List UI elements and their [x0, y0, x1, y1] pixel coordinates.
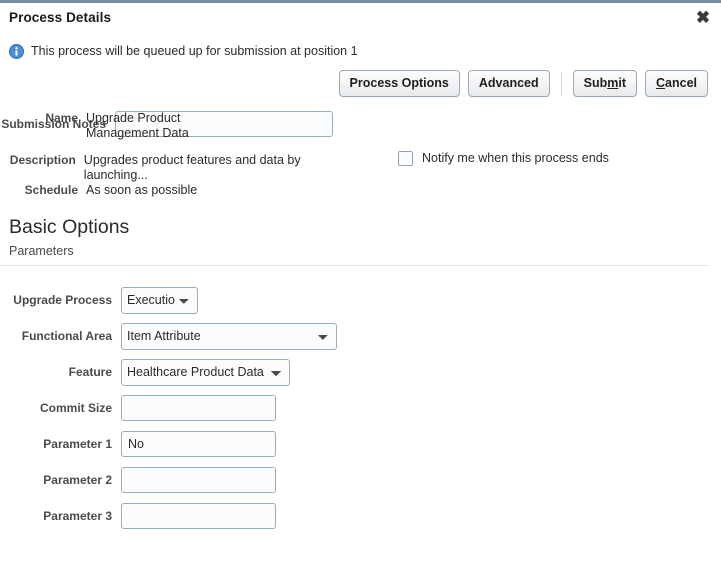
parameter-row: Functional Area Item Attribute — [0, 318, 721, 354]
parameter-label: Parameter 1 — [43, 436, 112, 451]
feature-select[interactable]: Healthcare Product Data — [121, 358, 290, 386]
process-summary: Name Upgrade Product Management Data Des… — [0, 111, 721, 201]
section-subtitle: Parameters — [9, 244, 74, 258]
page-title: Process Details — [9, 10, 112, 25]
schedule-field: Schedule As soon as possible — [0, 183, 300, 198]
notify-checkbox-row[interactable]: Notify me when this process ends — [398, 151, 609, 166]
notify-checkbox[interactable] — [398, 151, 413, 166]
description-label: Description — [9, 153, 76, 167]
parameter-row: Commit Size — [0, 390, 721, 426]
submit-label-pre: Sub — [583, 76, 608, 90]
upgrade-process-select[interactable]: Execution — [121, 286, 198, 314]
cancel-label-key: C — [656, 76, 666, 90]
info-message-row: This process will be queued up for submi… — [0, 31, 721, 60]
close-icon[interactable]: ✖ — [692, 6, 714, 28]
process-options-button[interactable]: Process Options — [338, 70, 460, 97]
functional-area-select[interactable]: Item Attribute — [121, 322, 337, 350]
notify-label: Notify me when this process ends — [422, 151, 609, 165]
description-value: Upgrades product features and data by la… — [83, 153, 301, 182]
advanced-button[interactable]: Advanced — [467, 70, 550, 97]
schedule-label: Schedule — [24, 183, 78, 197]
description-field: Description Upgrades product features an… — [0, 153, 360, 183]
parameter-row: Parameter 1 — [0, 426, 721, 462]
parameter-label: Feature — [68, 364, 112, 379]
dialog-action-bar: Process Options Advanced Submit Cancel — [0, 60, 721, 97]
info-icon — [9, 43, 24, 59]
parameter-2-input[interactable] — [121, 467, 276, 493]
schedule-value: As soon as possible — [86, 183, 198, 197]
submit-label-post: it — [618, 76, 626, 90]
parameter-row: Parameter 2 — [0, 462, 721, 498]
cancel-label-post: ancel — [665, 76, 697, 90]
section-divider — [0, 265, 709, 266]
section-title: Basic Options — [9, 216, 130, 238]
parameter-label: Parameter 2 — [43, 472, 112, 487]
parameter-label: Commit Size — [39, 400, 112, 415]
name-field: Name Upgrade Product Management Data — [0, 111, 260, 141]
process-details-dialog: Process Details ✖ This process will be q… — [0, 0, 721, 566]
parameter-row: Feature Healthcare Product Data — [0, 354, 721, 390]
parameter-row: Upgrade Process Execution — [0, 282, 721, 318]
submit-button[interactable]: Submit — [572, 70, 637, 97]
dialog-titlebar: Process Details ✖ — [0, 3, 721, 31]
parameter-label: Upgrade Process — [13, 292, 112, 307]
name-label: Name — [45, 111, 78, 125]
submit-label-key: m — [607, 76, 619, 90]
info-message-text: This process will be queued up for submi… — [31, 43, 358, 58]
parameter-row: Parameter 3 — [0, 498, 721, 534]
basic-options-section: Basic Options Parameters — [0, 215, 721, 259]
parameter-label: Functional Area — [21, 328, 112, 343]
parameter-3-input[interactable] — [121, 503, 276, 529]
parameter-label: Parameter 3 — [43, 508, 112, 523]
commit-size-input[interactable] — [121, 395, 276, 421]
parameters-list: Upgrade Process Execution Functional Area I… — [0, 282, 721, 534]
cancel-button[interactable]: Cancel — [645, 70, 708, 97]
name-value: Upgrade Product Management Data — [86, 111, 189, 140]
button-separator — [560, 71, 562, 96]
parameter-1-input[interactable] — [121, 431, 276, 457]
